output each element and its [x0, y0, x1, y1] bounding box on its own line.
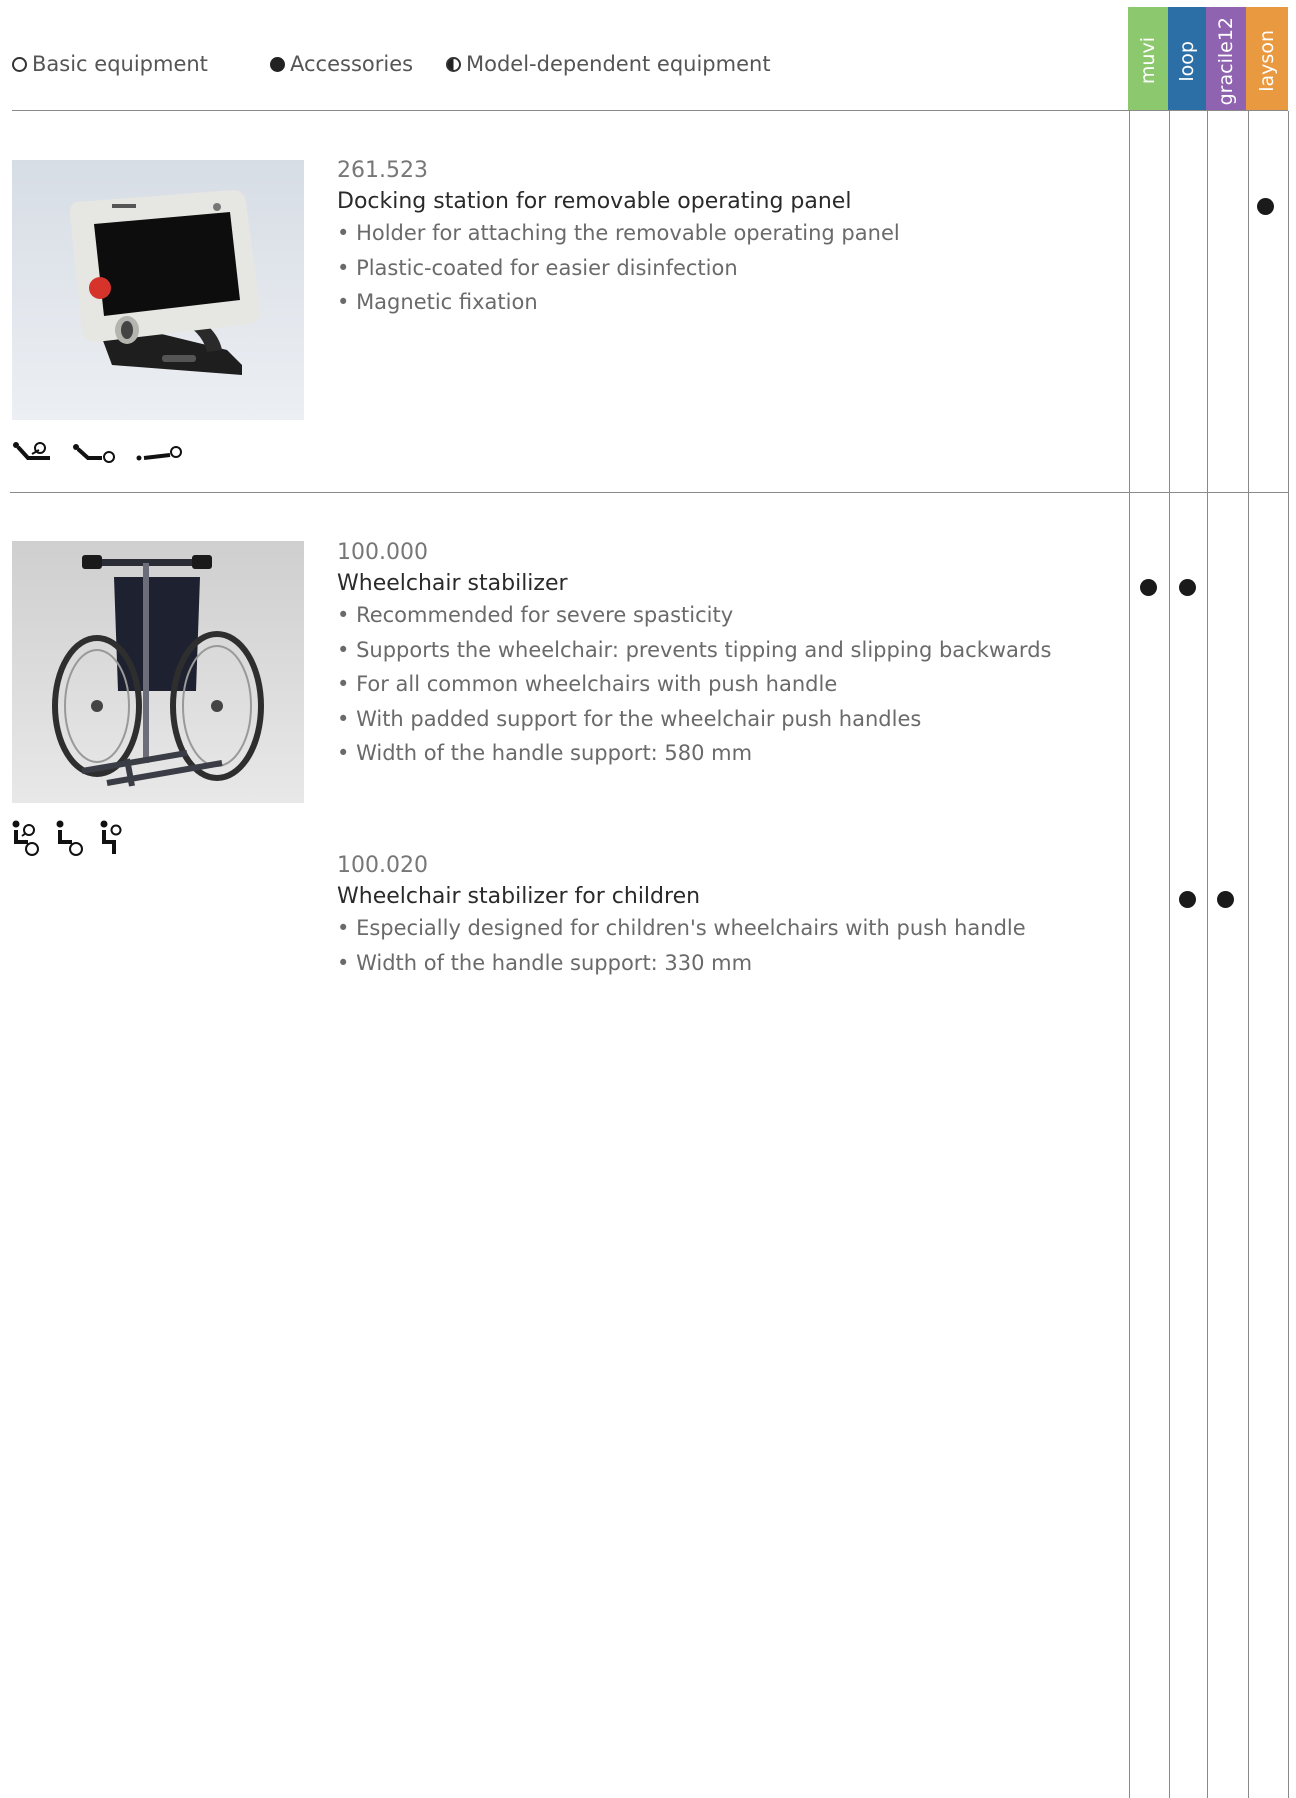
bullet-item: Plastic-coated for easier disinfection — [337, 251, 1107, 286]
product-code: 261.523 — [337, 158, 428, 183]
legend-accessories: Accessories — [270, 52, 413, 76]
legend-model-dependent-label: Model-dependent equipment — [466, 52, 771, 76]
docking-station-photo — [12, 160, 304, 420]
open-circle-icon — [12, 56, 27, 72]
position-icons-2 — [12, 820, 122, 856]
legend-accessories-label: Accessories — [290, 52, 414, 76]
supine-patient-icon — [73, 444, 115, 463]
seated-user-icon — [100, 820, 122, 854]
product-title: Wheelchair stabilizer for children — [337, 884, 701, 909]
legend-basic: Basic equipment — [12, 52, 208, 76]
header-divider — [12, 110, 1288, 111]
model-label-gracile12: gracile12 — [1215, 16, 1237, 106]
legend-basic-label: Basic equipment — [32, 52, 208, 76]
product-code: 100.000 — [337, 540, 428, 565]
bullet-item: Width of the handle support: 580 mm — [337, 736, 1107, 771]
model-label-layson: layson — [1256, 30, 1278, 92]
product-100-000: 100.000 Wheelchair stabilizer Recommende… — [337, 540, 1107, 771]
model-header-loop: loop — [1168, 7, 1206, 111]
model-label-muvi: muvi — [1137, 37, 1159, 85]
bullet-item: Supports the wheelchair: prevents tippin… — [337, 633, 1107, 668]
bullet-item: Especially designed for children's wheel… — [337, 911, 1107, 946]
filled-circle-icon — [270, 56, 285, 72]
product-title: Wheelchair stabilizer — [337, 571, 568, 596]
bullet-item: Width of the handle support: 330 mm — [337, 946, 1107, 981]
model-label-loop: loop — [1176, 40, 1198, 82]
model-header-layson: layson — [1246, 7, 1288, 111]
bullet-item: For all common wheelchairs with push han… — [337, 667, 1107, 702]
wheelchair-user-icon — [56, 820, 83, 856]
bullet-item: With padded support for the wheelchair p… — [337, 702, 1107, 737]
position-icons-1 — [12, 440, 182, 466]
availability-dot-gracile12 — [1217, 891, 1234, 908]
model-header-muvi: muvi — [1128, 7, 1168, 111]
wheelchair-user-icon — [12, 820, 39, 856]
product-code: 100.020 — [337, 853, 428, 878]
column-line-right — [1288, 111, 1289, 1798]
product-100-020: 100.020 Wheelchair stabilizer for childr… — [337, 853, 1107, 980]
product-bullets: Holder for attaching the removable opera… — [337, 216, 1107, 320]
model-header-gracile12: gracile12 — [1206, 7, 1246, 111]
product-title: Docking station for removable operating … — [337, 189, 852, 214]
bullet-item: Magnetic fixation — [337, 285, 1107, 320]
half-circle-icon — [446, 56, 461, 72]
availability-dot-layson — [1257, 198, 1274, 215]
product-bullets: Recommended for severe spasticity Suppor… — [337, 598, 1107, 771]
availability-dot-muvi — [1140, 579, 1157, 596]
column-line-loop — [1169, 111, 1170, 1798]
product-261-523: 261.523 Docking station for removable op… — [337, 158, 1107, 320]
product-bullets: Especially designed for children's wheel… — [337, 911, 1107, 980]
reclined-patient-icon — [13, 442, 50, 460]
legend-model-dependent: Model-dependent equipment — [446, 52, 771, 76]
wheelchair-stabilizer-photo — [12, 541, 304, 803]
column-line-gracile12 — [1207, 111, 1208, 1798]
section-divider — [10, 492, 1288, 493]
bullet-item: Holder for attaching the removable opera… — [337, 216, 1107, 251]
availability-dot-loop — [1179, 891, 1196, 908]
availability-dot-loop — [1179, 579, 1196, 596]
column-line-layson — [1248, 111, 1249, 1798]
bullet-item: Recommended for severe spasticity — [337, 598, 1107, 633]
column-line-muvi — [1129, 111, 1130, 1798]
lying-flat-patient-icon — [136, 446, 182, 461]
